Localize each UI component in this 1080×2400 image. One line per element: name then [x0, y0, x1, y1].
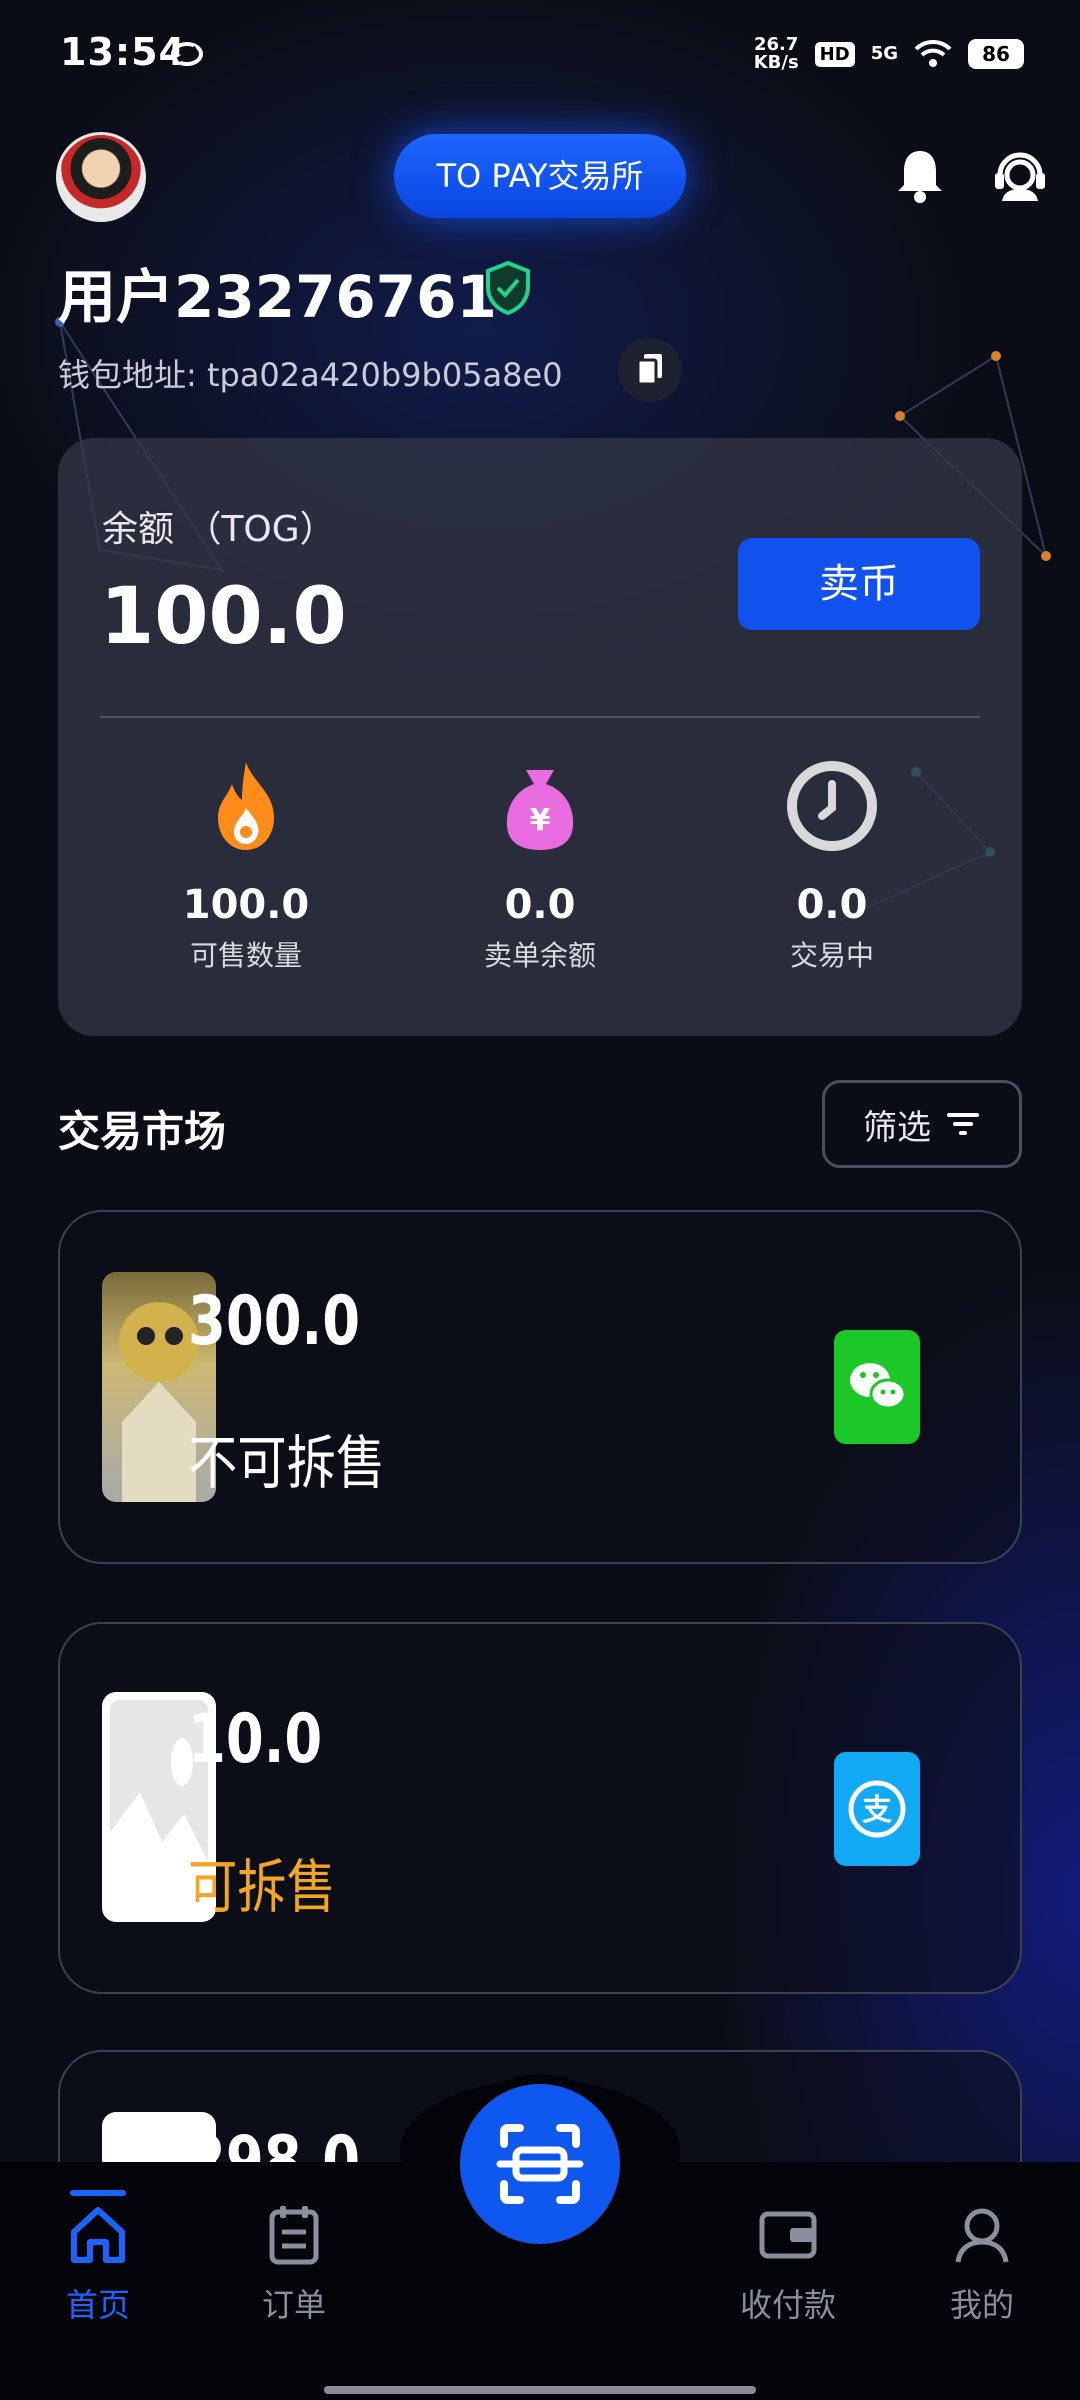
filter-label: 筛选: [863, 1107, 931, 1148]
copy-address-button[interactable]: [618, 338, 682, 402]
wechat-icon: [834, 1330, 920, 1444]
wallet-address: 钱包地址: tpa02a420b9b05a8e0: [58, 356, 563, 394]
home-icon: [71, 2207, 125, 2263]
stat-sell-balance: ¥ 0.0 卖单余额: [410, 756, 670, 974]
market-title: 交易市场: [58, 1107, 227, 1156]
nav-item-profile[interactable]: 我的: [912, 2202, 1052, 2326]
card-divider: [100, 716, 980, 718]
listing-amount: 300.0: [188, 1282, 361, 1361]
stat-sell-balance-value: 0.0: [504, 882, 576, 928]
nav-item-label: 订单: [261, 2286, 326, 2324]
svg-text:¥: ¥: [530, 803, 551, 838]
filter-button[interactable]: 筛选: [822, 1080, 1022, 1168]
stat-available-label: 可售数量: [189, 939, 302, 972]
alipay-icon: 支: [834, 1752, 920, 1866]
sell-coin-button[interactable]: 卖币: [738, 538, 980, 630]
stat-available-value: 100.0: [182, 882, 310, 928]
flame-icon: [218, 762, 274, 850]
bell-icon[interactable]: [890, 145, 950, 205]
listing-amount: 10.0: [188, 1700, 323, 1779]
stat-trading: 0.0 交易中: [702, 756, 962, 974]
copy-icon: [636, 354, 662, 386]
orders-icon: [269, 2206, 319, 2265]
stat-sell-balance-label: 卖单余额: [483, 939, 596, 972]
nav-item-orders[interactable]: 订单: [224, 2202, 364, 2326]
nav-item-label: 收付款: [739, 2286, 836, 2324]
balance-value: 100.0: [100, 572, 347, 662]
clock-icon: [787, 761, 877, 851]
customer-service-icon[interactable]: [990, 145, 1050, 205]
wallet-icon: [759, 2211, 817, 2259]
money-bag-icon: ¥: [506, 770, 574, 850]
username: 用户23276761: [58, 263, 497, 331]
nav-active-indicator: [70, 2190, 126, 2196]
home-indicator[interactable]: [324, 2386, 756, 2394]
scan-icon: [496, 2124, 584, 2204]
nav-item-payments[interactable]: 收付款: [718, 2202, 858, 2326]
profile-icon: [955, 2208, 1009, 2263]
filter-icon: [947, 1113, 979, 1135]
listing-split-status: 可拆售: [188, 1853, 336, 1921]
scan-button[interactable]: [460, 2084, 620, 2244]
exchange-title[interactable]: TO PAY交易所: [394, 134, 686, 218]
stat-trading-label: 交易中: [789, 939, 874, 972]
balance-label: 余额 （TOG）: [102, 509, 336, 550]
nav-item-label: 首页: [65, 2286, 130, 2324]
stat-available: 100.0 可售数量: [116, 756, 376, 974]
user-avatar[interactable]: [56, 132, 146, 222]
nav-item-home[interactable]: 首页: [28, 2202, 168, 2326]
verified-shield-icon: [486, 260, 530, 316]
svg-text:支: 支: [862, 1793, 892, 1828]
stat-trading-value: 0.0: [796, 882, 868, 928]
nav-item-label: 我的: [949, 2286, 1014, 2324]
listing-split-status: 不可拆售: [188, 1429, 386, 1497]
